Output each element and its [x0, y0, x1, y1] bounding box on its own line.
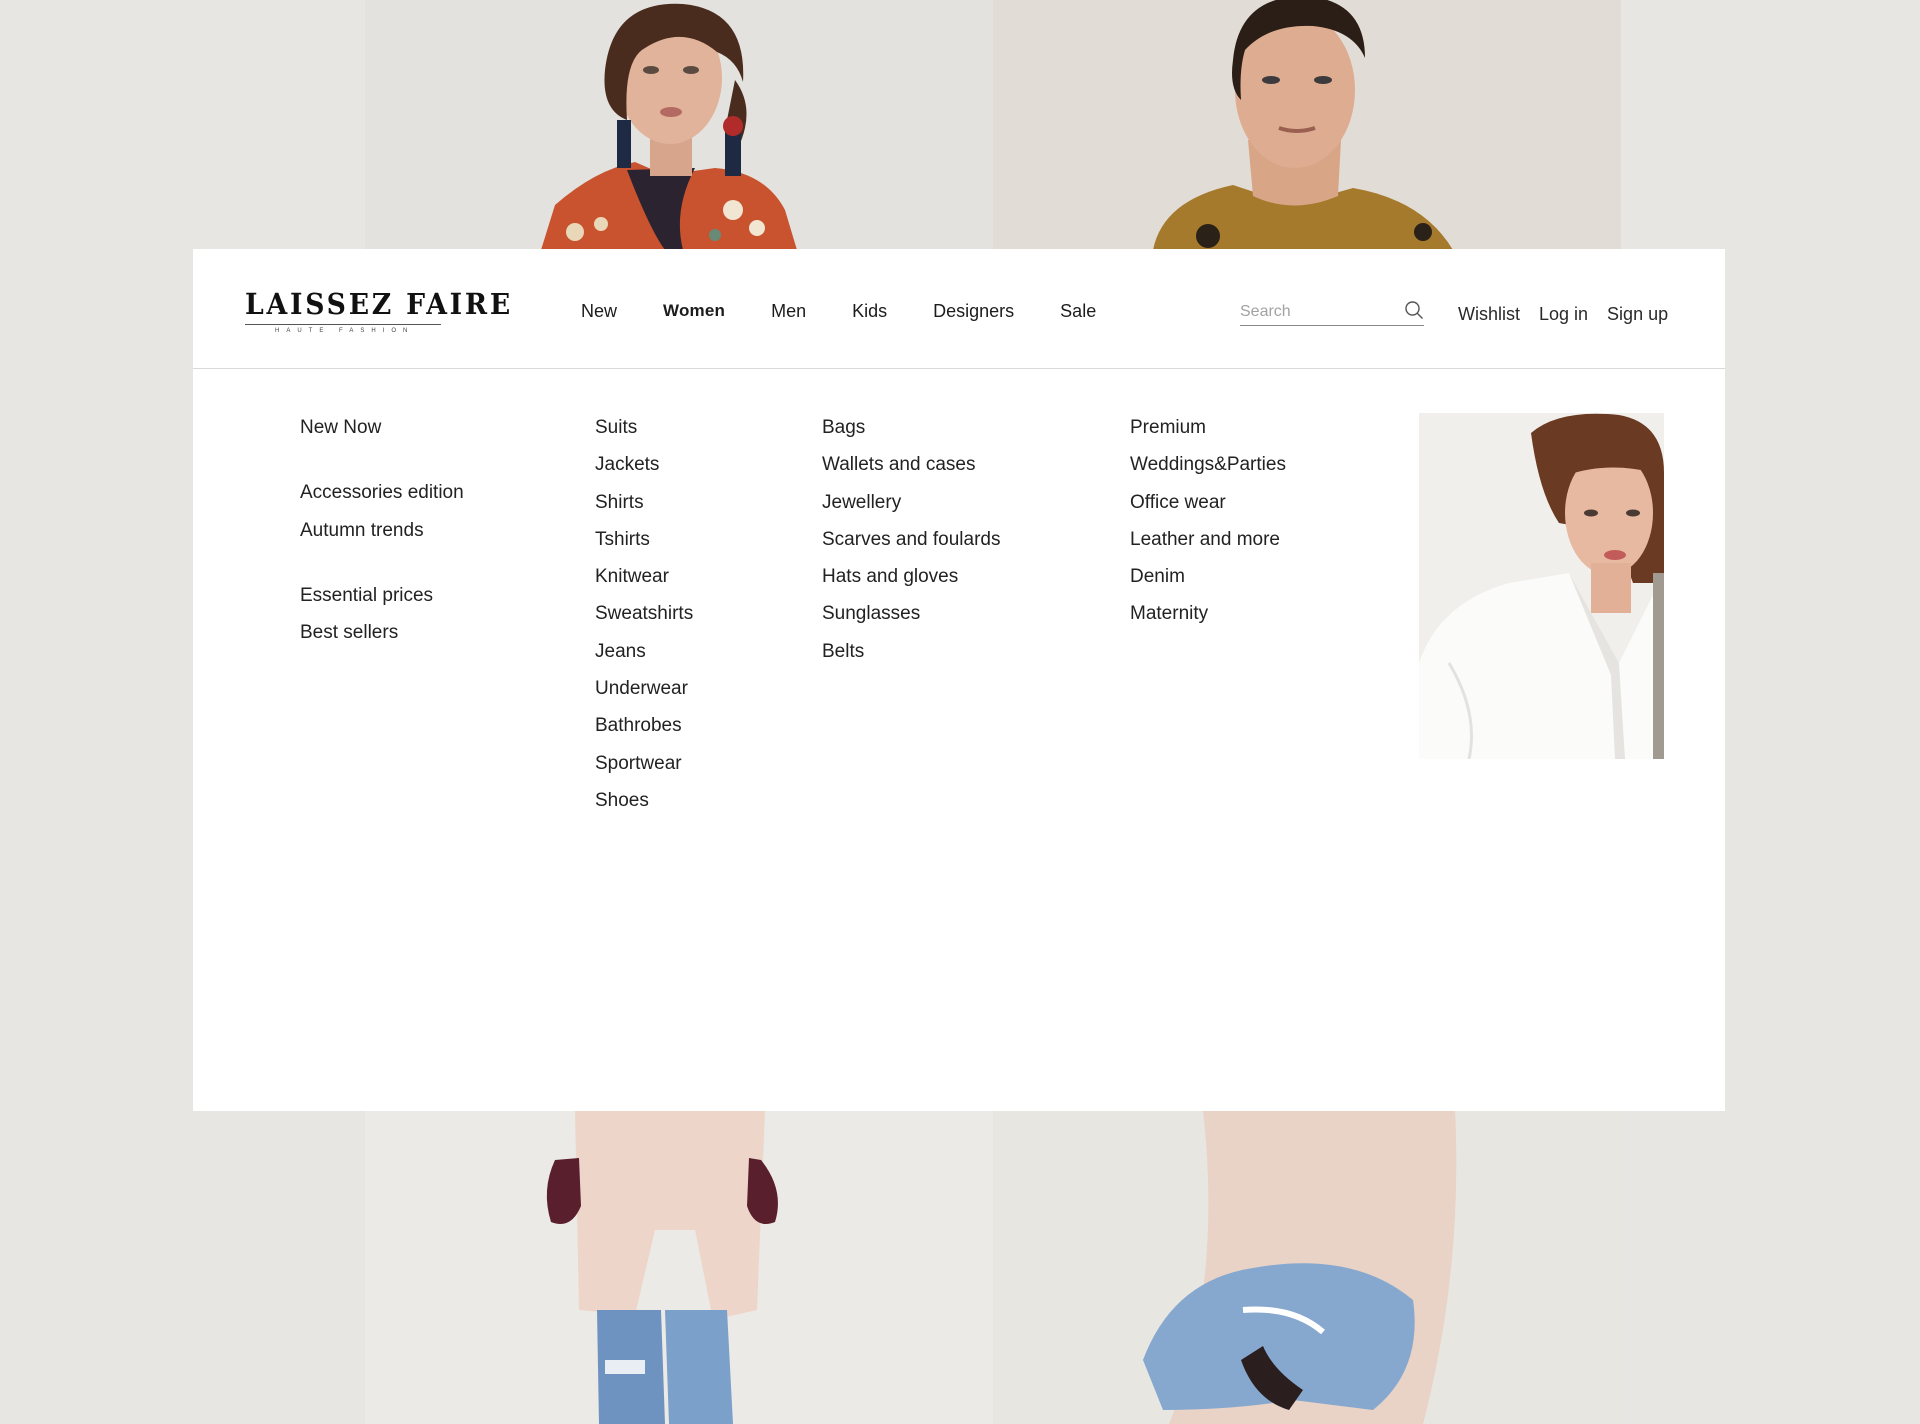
menu-item-premium[interactable]: Premium	[1130, 409, 1286, 446]
menu-item-jeans[interactable]: Jeans	[595, 633, 693, 670]
menu-item-best-sellers[interactable]: Best sellers	[300, 614, 464, 651]
menu-item-jackets[interactable]: Jackets	[595, 446, 693, 483]
brand-wordmark: LAISSEZ FAIRE	[245, 287, 513, 321]
product-photo-pink-coat-front	[365, 1110, 993, 1424]
search-box	[1240, 300, 1424, 326]
promo-image-white-shirt-model[interactable]	[1419, 413, 1664, 759]
nav-item-kids[interactable]: Kids	[852, 301, 887, 322]
menu-item-suits[interactable]: Suits	[595, 409, 693, 446]
menu-item-bags[interactable]: Bags	[822, 409, 1001, 446]
menu-column-accessories: Bags Wallets and cases Jewellery Scarves…	[822, 409, 1001, 670]
menu-item-scarves-and-foulards[interactable]: Scarves and foulards	[822, 521, 1001, 558]
menu-column-featured: New Now Accessories edition Autumn trend…	[300, 409, 464, 651]
nav-item-new[interactable]: New	[581, 301, 617, 322]
wishlist-link[interactable]: Wishlist	[1458, 304, 1520, 325]
search-icon[interactable]	[1404, 300, 1424, 320]
menu-item-hats-and-gloves[interactable]: Hats and gloves	[822, 558, 1001, 595]
logo-rule	[245, 324, 441, 325]
search-input[interactable]	[1240, 300, 1400, 324]
menu-column-collections: Premium Weddings&Parties Office wear Lea…	[1130, 409, 1286, 633]
menu-item-shirts[interactable]: Shirts	[595, 484, 693, 521]
menu-item-jewellery[interactable]: Jewellery	[822, 484, 1001, 521]
menu-item-sweatshirts[interactable]: Sweatshirts	[595, 595, 693, 632]
nav-item-men[interactable]: Men	[771, 301, 806, 322]
menu-item-denim[interactable]: Denim	[1130, 558, 1286, 595]
menu-item-knitwear[interactable]: Knitwear	[595, 558, 693, 595]
menu-item-tshirts[interactable]: Tshirts	[595, 521, 693, 558]
signup-link[interactable]: Sign up	[1607, 304, 1668, 325]
nav-item-sale[interactable]: Sale	[1060, 301, 1096, 322]
menu-item-underwear[interactable]: Underwear	[595, 670, 693, 707]
nav-item-designers[interactable]: Designers	[933, 301, 1014, 322]
menu-item-sunglasses[interactable]: Sunglasses	[822, 595, 1001, 632]
nav-item-women[interactable]: Women	[663, 301, 725, 322]
primary-nav: New Women Men Kids Designers Sale	[581, 301, 1096, 322]
menu-item-maternity[interactable]: Maternity	[1130, 595, 1286, 632]
mega-menu-panel: LAISSEZ FAIRE HAUTE FASHION New Women Me…	[193, 249, 1725, 1111]
menu-item-office-wear[interactable]: Office wear	[1130, 484, 1286, 521]
login-link[interactable]: Log in	[1539, 304, 1588, 325]
menu-item-shoes[interactable]: Shoes	[595, 782, 693, 819]
hero-photo-woman-floral-jacket	[365, 0, 993, 250]
menu-item-belts[interactable]: Belts	[822, 633, 1001, 670]
menu-item-leather-and-more[interactable]: Leather and more	[1130, 521, 1286, 558]
menu-item-new-now[interactable]: New Now	[300, 409, 464, 446]
brand-logo[interactable]: LAISSEZ FAIRE HAUTE FASHION	[245, 287, 510, 334]
menu-item-essential-prices[interactable]: Essential prices	[300, 577, 464, 614]
menu-item-sportwear[interactable]: Sportwear	[595, 745, 693, 782]
menu-item-wallets-and-cases[interactable]: Wallets and cases	[822, 446, 1001, 483]
menu-item-bathrobes[interactable]: Bathrobes	[595, 707, 693, 744]
brand-tagline: HAUTE FASHION	[275, 328, 415, 334]
menu-item-autumn-trends[interactable]: Autumn trends	[300, 512, 464, 549]
menu-item-weddings-parties[interactable]: Weddings&Parties	[1130, 446, 1286, 483]
product-photo-pink-coat-crouching	[993, 1110, 1621, 1424]
menu-column-clothing: Suits Jackets Shirts Tshirts Knitwear Sw…	[595, 409, 693, 819]
menu-item-accessories-edition[interactable]: Accessories edition	[300, 474, 464, 511]
hero-photo-man-patterned-tee	[993, 0, 1621, 250]
site-header: LAISSEZ FAIRE HAUTE FASHION New Women Me…	[193, 249, 1725, 369]
account-links: Wishlist Log in Sign up	[1458, 304, 1668, 325]
